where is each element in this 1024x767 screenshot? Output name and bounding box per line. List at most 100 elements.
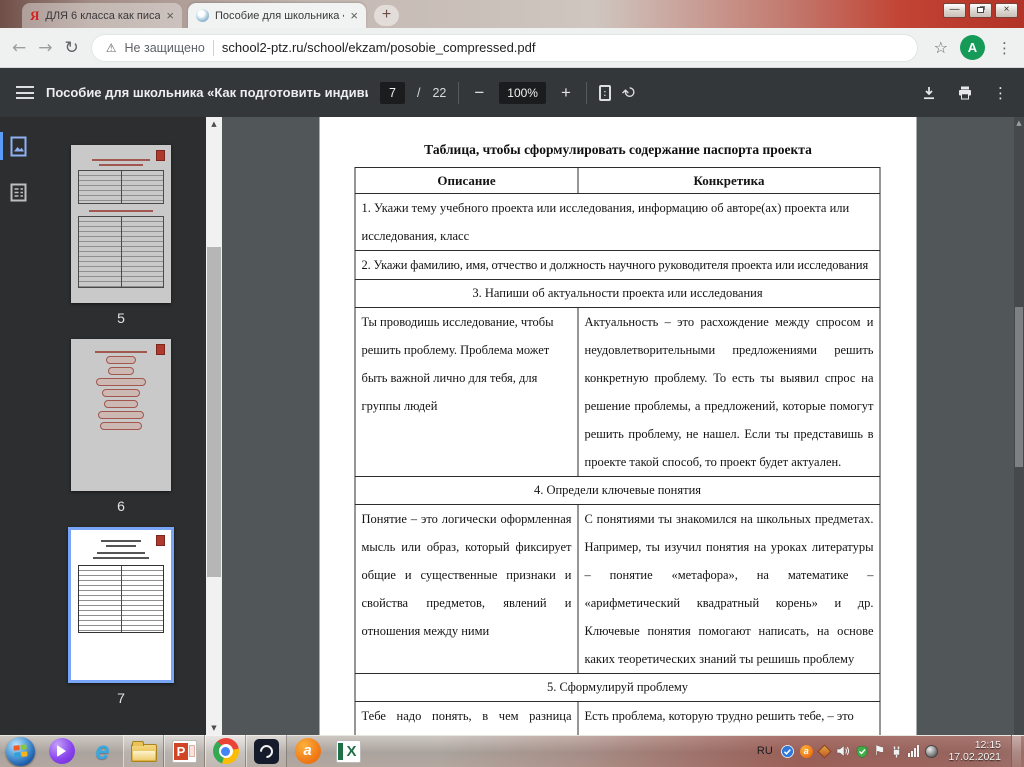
browser-menu-icon[interactable]: ⋮ (997, 39, 1012, 57)
tab-pdf-posobie[interactable]: Пособие для школьника «Как п × (188, 3, 366, 28)
gauge-icon (254, 738, 279, 764)
page-stamp (156, 344, 165, 355)
minimize-button[interactable]: — (943, 3, 966, 18)
tab-yandex-search[interactable]: Я ДЛЯ 6 класса как писать исслед × (22, 3, 182, 28)
scroll-up-icon[interactable]: ▲ (206, 117, 222, 131)
powerpoint-icon: P (172, 739, 197, 763)
clock-time: 12:15 (974, 739, 1001, 751)
thumbnail-label: 6 (117, 498, 125, 514)
thumb-graphic (89, 210, 153, 212)
windows-start-icon (6, 736, 35, 766)
table-row: 5. Сформулируй проблему (354, 673, 881, 702)
thumb-graphic (97, 552, 145, 554)
taskbar-clock[interactable]: 12:15 17.02.2021 (948, 739, 1001, 763)
page-total: 22 (432, 85, 447, 100)
network-signal-icon[interactable] (908, 745, 920, 757)
thumbnails-view-button[interactable] (0, 129, 36, 163)
excel-strip (338, 742, 343, 760)
pdf-more-icon[interactable]: ⋮ (993, 84, 1008, 102)
scroll-up-icon[interactable]: ▲ (1014, 119, 1024, 127)
document-area: Таблица, чтобы сформулировать содержание… (222, 117, 1014, 735)
speaker-icon[interactable] (836, 745, 850, 757)
download-icon[interactable] (921, 85, 937, 101)
zoom-in-button[interactable]: + (558, 83, 574, 103)
tab-strip: Я ДЛЯ 6 класса как писать исслед × Пособ… (0, 0, 1024, 28)
scroll-down-icon[interactable]: ▼ (206, 721, 222, 735)
thumb-graphic (78, 170, 164, 204)
tab-title: ДЛЯ 6 класса как писать исслед (45, 9, 161, 22)
yandex-favicon-icon: Я (30, 7, 40, 23)
scrollbar-thumb[interactable] (207, 247, 221, 577)
taskbar-excel[interactable]: X (328, 735, 369, 767)
taskbar-internet-explorer[interactable]: e (82, 735, 123, 767)
tab-close-icon[interactable]: × (350, 9, 358, 22)
table-cell: Есть проблема, которую трудно решить теб… (577, 701, 881, 735)
page-number-input[interactable]: 7 (380, 81, 405, 104)
page-stamp (156, 150, 165, 161)
print-icon[interactable] (957, 85, 973, 101)
page-stamp (156, 535, 165, 546)
utility-sphere-icon[interactable] (925, 744, 939, 758)
not-secure-warning-icon[interactable]: ⚠ (106, 41, 117, 55)
thumb-graphic (101, 540, 141, 542)
internet-explorer-icon: e (95, 737, 110, 765)
start-button[interactable] (0, 735, 41, 767)
thumb-graphic (104, 400, 138, 408)
url-text[interactable]: school2-ptz.ru/school/ekzam/posobie_comp… (222, 40, 536, 55)
thumbnail-label: 7 (117, 690, 125, 706)
outline-icon (10, 183, 26, 201)
taskbar-chrome[interactable] (205, 735, 246, 767)
pdf-menu-icon[interactable] (16, 86, 34, 99)
thumbnail-scrollbar[interactable]: ▲ ▼ (206, 117, 222, 735)
zoom-out-button[interactable]: − (471, 83, 487, 103)
update-cube-icon[interactable] (817, 743, 832, 759)
defender-shield-icon[interactable] (856, 745, 868, 758)
outline-view-button[interactable] (0, 175, 36, 209)
security-check-icon[interactable] (780, 744, 794, 758)
forward-icon[interactable]: → (38, 38, 52, 58)
taskbar: e P a X RU a ⚑ 12:15 17.02.2021 (0, 735, 1024, 767)
table-cell: Понятие – это логически оформленная мысл… (354, 504, 579, 674)
taskbar-gauge-app[interactable] (246, 735, 287, 767)
show-desktop-button[interactable] (1011, 735, 1021, 767)
table-header-row: Описание Конкретика (354, 167, 881, 194)
power-plug-icon[interactable] (891, 745, 902, 758)
page-separator: / (416, 85, 421, 100)
table-row: 3. Напиши об актуальности проекта или ис… (354, 279, 881, 308)
document-scrollbar[interactable]: ▲ (1014, 117, 1024, 735)
close-button[interactable]: × (995, 3, 1018, 18)
alice-icon (48, 738, 75, 764)
profile-avatar[interactable]: A (960, 35, 985, 60)
fit-page-icon[interactable]: : (598, 84, 611, 101)
table-cell: Тебе надо понять, в чем разница между (354, 701, 579, 735)
bookmark-star-icon[interactable]: ☆ (934, 38, 948, 57)
address-toolbar: ← → ↻ ⚠ Не защищено school2-ptz.ru/schoo… (0, 28, 1024, 68)
tab-close-icon[interactable]: × (166, 9, 174, 22)
taskbar-file-explorer[interactable] (123, 735, 164, 767)
tab-title: Пособие для школьника «Как п (215, 9, 344, 22)
avast-tray-icon[interactable]: a (799, 744, 813, 758)
language-indicator[interactable]: RU (757, 745, 773, 757)
url-bar[interactable]: ⚠ Не защищено school2-ptz.ru/school/ekza… (90, 33, 918, 62)
powerpoint-slide (189, 745, 195, 757)
avast-icon: a (294, 738, 321, 764)
excel-letter: X (346, 742, 357, 760)
action-center-flag-icon[interactable]: ⚑ (874, 744, 886, 759)
restore-button[interactable] (969, 3, 992, 18)
thumb-graphic (92, 159, 150, 161)
back-icon[interactable]: ← (12, 38, 26, 58)
folder-icon (130, 740, 157, 762)
taskbar-yandex-alice[interactable] (41, 735, 82, 767)
thumbnail-page-5[interactable] (71, 145, 171, 303)
thumb-graphic (100, 422, 142, 430)
scrollbar-thumb[interactable] (1015, 307, 1023, 467)
taskbar-avast[interactable]: a (287, 735, 328, 767)
rotate-icon[interactable]: ↻ (618, 81, 641, 104)
reload-icon[interactable]: ↻ (65, 38, 79, 58)
taskbar-powerpoint[interactable]: P (164, 735, 205, 767)
system-tray: RU a ⚑ 12:15 17.02.2021 (757, 735, 1024, 767)
new-tab-button[interactable]: + (374, 5, 399, 26)
thumbnail-page-7-selected[interactable] (68, 527, 174, 683)
zoom-level[interactable]: 100% (499, 81, 546, 104)
thumbnail-page-6[interactable] (71, 339, 171, 491)
